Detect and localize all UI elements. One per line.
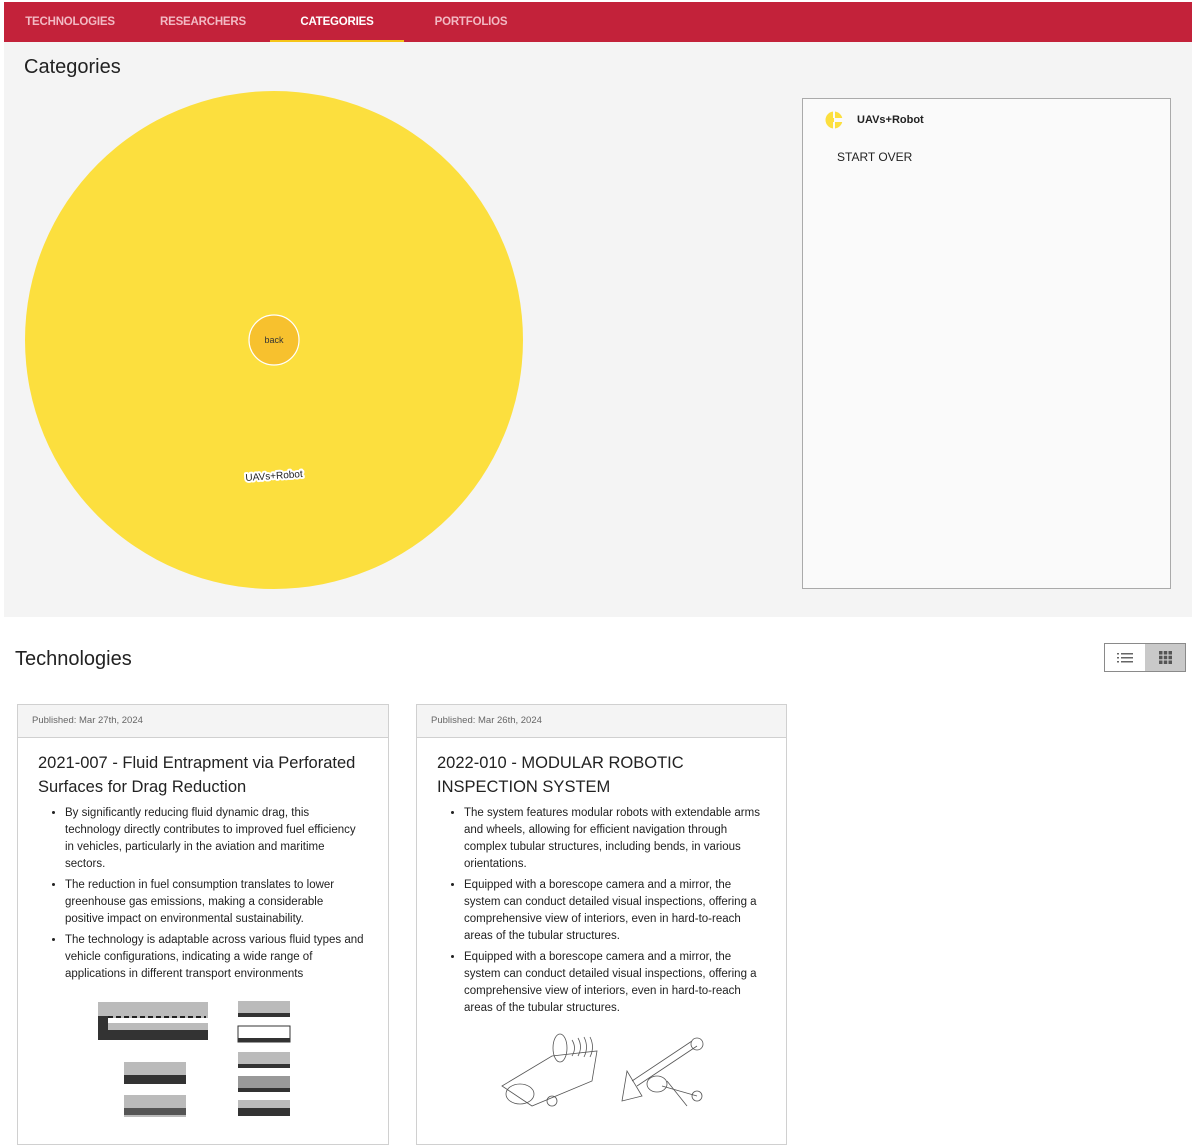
tab-portfolios[interactable]: PORTFOLIOS	[404, 2, 538, 42]
tab-researchers[interactable]: RESEARCHERS	[136, 2, 270, 42]
categories-section: Categories back UAVs+Robot UAVs+Robot ST…	[4, 42, 1192, 617]
bullet-item: Equipped with a borescope camera and a m…	[464, 877, 762, 945]
technology-card[interactable]: Published: Mar 27th, 2024 2021-007 - Flu…	[17, 704, 389, 1145]
technology-card[interactable]: Published: Mar 26th, 2024 2022-010 - MOD…	[416, 704, 787, 1145]
grid-icon	[1158, 651, 1172, 664]
bullet-item: Equipped with a borescope camera and a m…	[464, 949, 762, 1017]
grid-view-button[interactable]	[1145, 644, 1185, 671]
published-date: Published: Mar 26th, 2024	[417, 705, 786, 738]
bullet-item: By significantly reducing fluid dynamic …	[65, 805, 364, 873]
list-view-button[interactable]	[1105, 644, 1145, 671]
top-nav: TECHNOLOGIES RESEARCHERS CATEGORIES PORT…	[4, 2, 1192, 42]
technology-bullets: By significantly reducing fluid dynamic …	[18, 805, 364, 983]
technology-bullets: The system features modular robots with …	[417, 805, 762, 1017]
selected-category-label: UAVs+Robot	[857, 114, 924, 126]
start-over-button[interactable]: START OVER	[837, 150, 912, 164]
category-pie-icon	[825, 111, 843, 129]
category-bubble-chart: back UAVs+Robot	[25, 91, 523, 589]
patent-drawing-robotic-inspection	[417, 1026, 786, 1144]
tab-categories[interactable]: CATEGORIES	[270, 2, 404, 42]
bullet-item: The reduction in fuel consumption transl…	[65, 877, 364, 928]
technology-title[interactable]: 2021-007 - Fluid Entrapment via Perforat…	[38, 751, 364, 799]
patent-figure	[500, 1033, 703, 1107]
back-label[interactable]: back	[264, 335, 284, 345]
technology-title[interactable]: 2022-010 - MODULAR ROBOTIC INSPECTION SY…	[437, 751, 762, 799]
bullet-item: The technology is adaptable across vario…	[65, 932, 364, 983]
list-icon	[1117, 652, 1133, 662]
published-date: Published: Mar 27th, 2024	[18, 705, 388, 738]
category-detail-panel: UAVs+Robot START OVER	[802, 98, 1171, 589]
bullet-item: The system features modular robots with …	[464, 805, 762, 873]
selected-category[interactable]: UAVs+Robot	[825, 111, 924, 129]
technologies-title: Technologies	[15, 648, 132, 670]
tab-technologies[interactable]: TECHNOLOGIES	[4, 2, 136, 42]
view-toggle	[1104, 643, 1186, 672]
patent-figure	[98, 1001, 291, 1117]
patent-drawing-perforated-surfaces	[18, 996, 388, 1144]
